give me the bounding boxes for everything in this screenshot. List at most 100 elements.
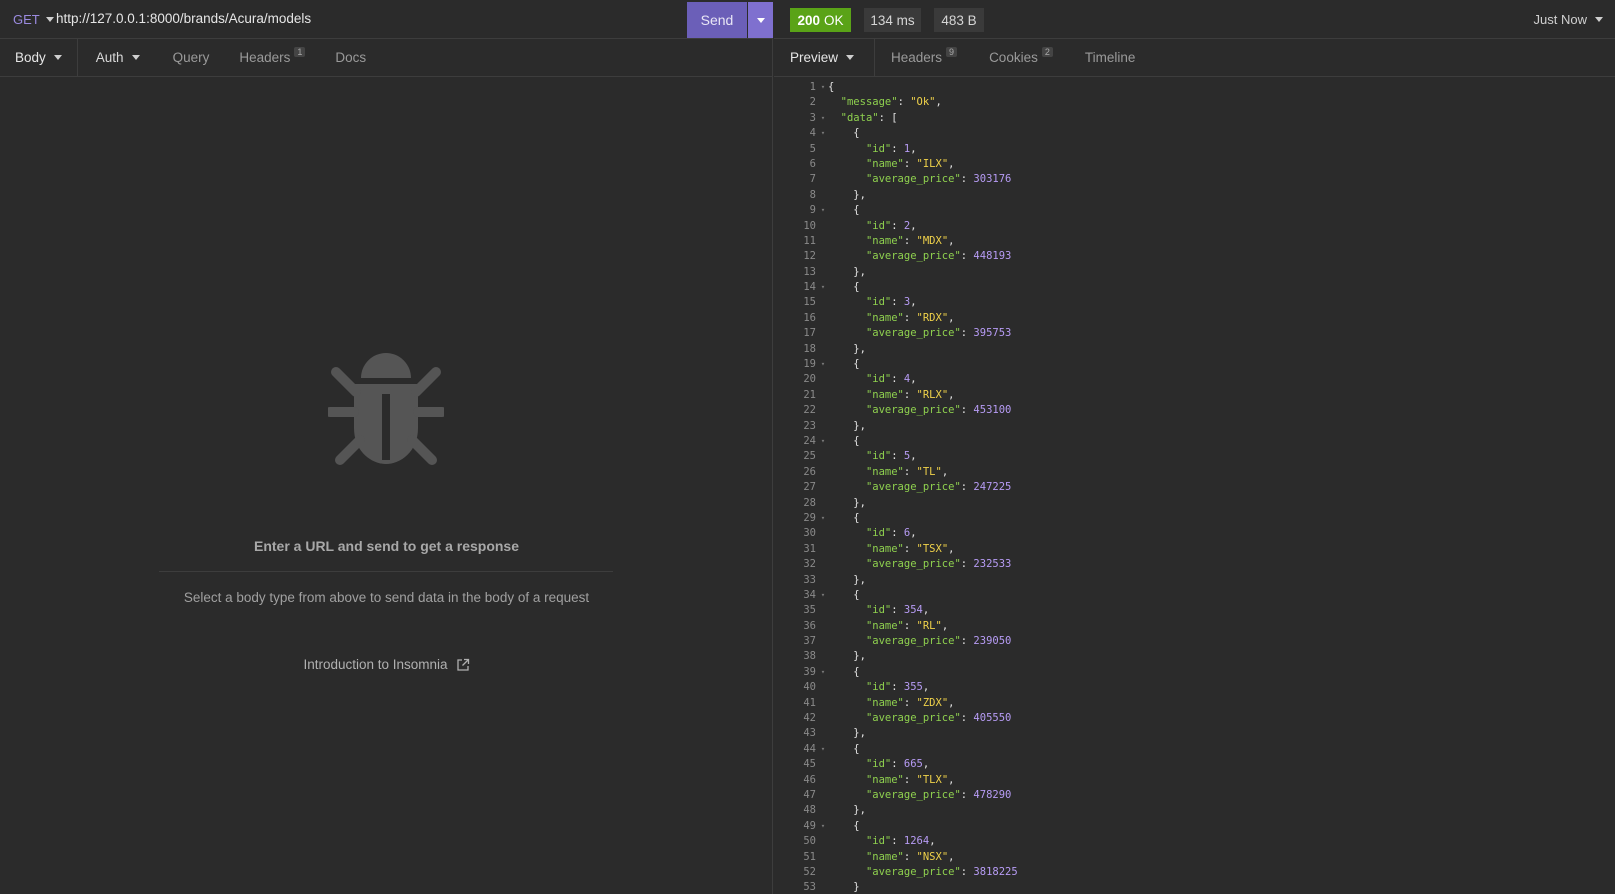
line-number: 48 [803,804,816,817]
fold-toggle-icon[interactable]: ▾ [818,111,828,126]
json-punctuation [828,711,866,726]
json-punctuation: , [948,850,955,863]
json-punctuation [828,788,866,803]
json-number: 395753 [973,327,1012,340]
fold-toggle-icon[interactable]: ▾ [818,434,828,449]
send-options-button[interactable] [748,2,773,38]
fold-gutter [818,619,828,634]
intro-link[interactable]: Introduction to Insomnia [0,657,773,672]
line-number: 7 [809,173,816,186]
fold-gutter [818,803,828,818]
fold-toggle-icon[interactable]: ▾ [818,819,828,834]
json-punctuation: , [948,696,955,709]
json-key: "id" [865,681,892,694]
tab-timeline[interactable]: Timeline [1069,39,1152,76]
json-punctuation: , [941,619,949,632]
chevron-down-icon [45,17,54,22]
fold-toggle-icon[interactable]: ▾ [818,742,828,757]
tab-docs[interactable]: Docs [320,39,381,76]
code-line: 13 }, [774,265,1615,280]
code-line: 1 ▾{ [774,80,1615,95]
json-punctuation: : [891,373,904,386]
json-punctuation [828,865,866,880]
fold-gutter [818,573,828,588]
code-line: 52 "average_price": 3818225 [774,865,1615,880]
json-punctuation [828,111,841,126]
json-key: "average_price" [865,788,961,801]
json-punctuation: , [922,681,930,694]
line-number: 34 [803,588,816,601]
json-punctuation: }, [828,496,866,509]
json-string: "RLX" [916,388,949,401]
json-key: "average_price" [865,404,961,417]
tab-headers-label: Headers [239,50,291,65]
fold-toggle-icon[interactable]: ▾ [818,588,828,603]
tab-cookies[interactable]: Cookies 2 [973,39,1069,76]
tab-response-headers[interactable]: Headers 9 [875,39,973,76]
json-punctuation: : [891,527,904,540]
fold-gutter [818,557,828,572]
json-key: "name" [865,619,904,632]
json-key: "average_price" [865,327,961,340]
json-punctuation: { [828,742,860,755]
json-punctuation: : [903,465,917,478]
json-key: "average_price" [865,712,961,725]
fold-gutter [818,496,828,511]
json-number: 247225 [973,481,1012,494]
json-key: "message" [840,96,898,109]
code-line: 36 "name": "RL", [774,619,1615,634]
tab-body[interactable]: Body [0,39,78,76]
code-line: 7 "average_price": 303176 [774,172,1615,187]
json-punctuation: : [903,696,917,709]
json-punctuation: , [910,373,917,386]
fold-gutter [818,419,828,434]
code-line: 30 "id": 6, [774,526,1615,541]
json-key: "id" [865,835,892,848]
json-punctuation: , [941,465,949,478]
fold-toggle-icon[interactable]: ▾ [818,357,828,372]
history-dropdown[interactable]: Just Now [1534,12,1603,27]
json-punctuation: : [903,542,917,555]
json-punctuation [828,172,866,187]
response-tabs: Preview Headers 9 Cookies 2 Timeline [774,39,1615,77]
tab-auth[interactable]: Auth [78,39,158,76]
fold-toggle-icon[interactable]: ▾ [818,665,828,680]
fold-gutter [818,634,828,649]
json-number: 239050 [973,635,1012,648]
json-punctuation: : [891,219,904,232]
tab-cookies-label: Cookies [989,50,1038,65]
fold-gutter [818,449,828,464]
fold-toggle-icon[interactable]: ▾ [818,280,828,295]
fold-toggle-icon[interactable]: ▾ [818,511,828,526]
json-string: "ILX" [916,157,949,170]
line-number: 5 [809,142,816,155]
fold-gutter [818,219,828,234]
tab-headers[interactable]: Headers 1 [224,39,320,76]
fold-toggle-icon[interactable]: ▾ [818,126,828,141]
json-punctuation: { [828,358,860,371]
json-punctuation: : [960,173,974,186]
line-number: 11 [803,234,816,247]
json-punctuation [828,557,866,572]
line-number: 42 [803,712,816,725]
method-dropdown[interactable]: GET [13,12,54,27]
url-input[interactable]: http://127.0.0.1:8000/brands/Acura/model… [56,11,311,26]
fold-toggle-icon[interactable]: ▾ [818,80,828,95]
fold-toggle-icon[interactable]: ▾ [818,203,828,218]
code-line: 48 }, [774,803,1615,818]
json-key: "id" [865,604,892,617]
line-number: 29 [803,511,816,524]
code-line: 3 ▾ "data": [ [774,111,1615,126]
json-string: "TSX" [916,542,949,555]
tab-query[interactable]: Query [158,39,225,76]
tab-timeline-label: Timeline [1084,50,1136,65]
send-button[interactable]: Send [687,2,747,38]
response-json-viewer[interactable]: 1 ▾{2 "message": "Ok", 3 ▾ "data": [4 ▾ {5 "… [774,80,1615,894]
fold-gutter [818,188,828,203]
code-line: 49 ▾ { [774,819,1615,834]
json-key: "name" [865,696,904,709]
json-punctuation: , [948,542,955,555]
fold-gutter [818,526,828,541]
tab-preview[interactable]: Preview [774,39,876,76]
json-key: "id" [865,219,892,232]
